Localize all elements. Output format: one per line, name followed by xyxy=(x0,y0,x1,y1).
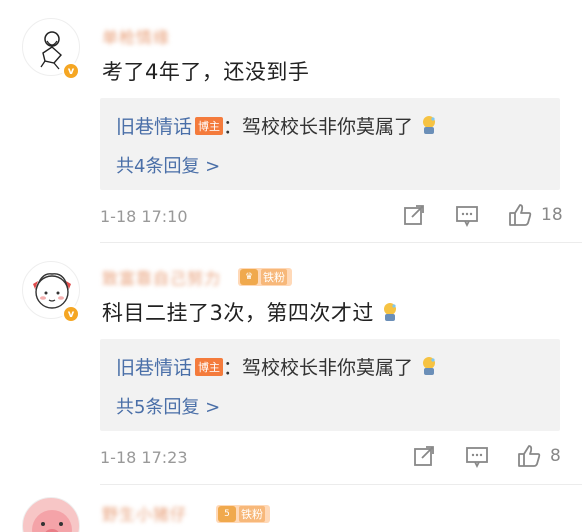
reply-box[interactable]: 旧巷情话 博主 ：驾校校长非你莫属了 共4条回复 > xyxy=(100,98,560,190)
username[interactable]: 野生小猪仔 xyxy=(102,501,187,524)
crown-icon: 5 xyxy=(218,506,236,522)
fan-badge: ♛ 铁粉 xyxy=(238,268,292,286)
reply-author[interactable]: 旧巷情话 xyxy=(116,116,192,138)
blogger-badge: 博主 xyxy=(195,358,224,376)
reply-box[interactable]: 旧巷情话 博主 ：驾校校长非你莫属了 共5条回复 > xyxy=(100,339,560,431)
timestamp: 1-18 17:10 xyxy=(100,207,188,226)
comment-button[interactable] xyxy=(465,446,489,468)
sweat-emoji-icon xyxy=(383,303,396,321)
like-count: 18 xyxy=(541,205,563,225)
reply-line: 旧巷情话 博主 ：驾校校长非你莫属了 xyxy=(116,353,439,380)
comment-icon xyxy=(456,206,478,227)
fan-badge: 5 铁粉 xyxy=(216,505,270,523)
comment-2: v 致富靠自己努力 ♛ 铁粉 科目二挂了3次，第四次才过 旧巷情话 博主 ：驾校校长非… xyxy=(0,243,582,483)
reply-line: 旧巷情话 博主 ：驾校校长非你莫属了 xyxy=(116,112,439,139)
like-icon xyxy=(518,445,541,467)
sweat-emoji-icon xyxy=(423,116,436,134)
verified-icon: v xyxy=(62,62,80,80)
comment-3: 野生小猪仔 5 铁粉 xyxy=(0,485,582,532)
username[interactable]: 单枪情缘 xyxy=(102,24,170,47)
like-button[interactable]: 8 xyxy=(516,443,561,469)
avatar-pig-icon xyxy=(32,510,72,532)
reply-text: ：驾校校长非你莫属了 xyxy=(223,357,414,379)
timestamp: 1-18 17:23 xyxy=(100,448,188,467)
forward-icon xyxy=(404,205,424,225)
forward-icon xyxy=(414,446,434,466)
sweat-emoji-icon xyxy=(423,357,436,375)
more-replies-link[interactable]: 共4条回复 > xyxy=(116,152,220,178)
avatar[interactable] xyxy=(22,497,80,532)
forward-button[interactable] xyxy=(402,203,426,227)
like-button[interactable]: 18 xyxy=(507,202,563,228)
blogger-badge: 博主 xyxy=(195,117,224,135)
verified-icon: v xyxy=(62,305,80,323)
reply-author[interactable]: 旧巷情话 xyxy=(116,357,192,379)
like-icon xyxy=(509,204,532,226)
comment-text-content: 考了4年了，还没到手 xyxy=(102,60,310,84)
comment-button[interactable] xyxy=(455,205,479,227)
fan-level: 铁粉 xyxy=(261,269,287,285)
like-count: 8 xyxy=(550,446,561,466)
comment-icon xyxy=(466,447,488,468)
username[interactable]: 致富靠自己努力 xyxy=(102,265,221,288)
reply-text: ：驾校校长非你莫属了 xyxy=(223,116,414,138)
fan-level: 铁粉 xyxy=(239,506,265,522)
comment-text: 科目二挂了3次，第四次才过 xyxy=(102,297,400,327)
more-replies-link[interactable]: 共5条回复 > xyxy=(116,393,220,419)
comment-text: 考了4年了，还没到手 xyxy=(102,56,309,86)
comment-text-content: 科目二挂了3次，第四次才过 xyxy=(102,301,374,325)
comment-1: v 单枪情缘 考了4年了，还没到手 旧巷情话 博主 ：驾校校长非你莫属了 共4条回复… xyxy=(0,0,582,240)
forward-button[interactable] xyxy=(412,444,436,468)
crown-icon: ♛ xyxy=(240,269,258,285)
